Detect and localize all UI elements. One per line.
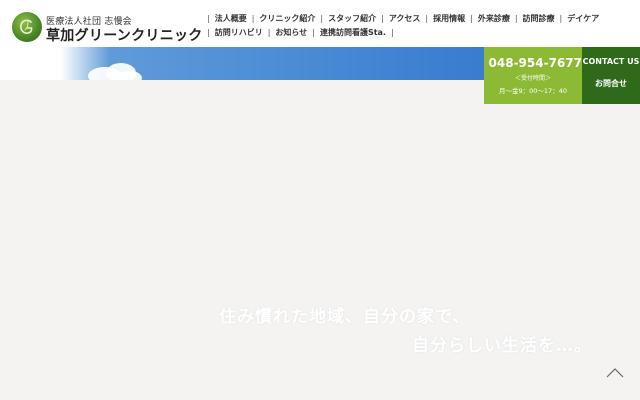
nav-item-home-visit[interactable]: 訪問診療 bbox=[523, 13, 555, 24]
phone-icon bbox=[484, 62, 485, 64]
phone-line: 048-954-7677 bbox=[484, 56, 582, 70]
nav-separator: | bbox=[320, 14, 324, 23]
phone-contact-box[interactable]: 048-954-7677 ＜受付時間＞ 月～金9：00～17：40 bbox=[484, 47, 582, 104]
nav-separator: | bbox=[251, 14, 255, 23]
nav-item-access[interactable]: アクセス bbox=[389, 13, 421, 24]
nav-item-corporate-overview[interactable]: 法人概要 bbox=[215, 13, 247, 24]
phone-number[interactable]: 048-954-7677 bbox=[489, 56, 582, 70]
nav-separator: | bbox=[514, 14, 518, 23]
nav-separator: | bbox=[207, 14, 210, 23]
contact-label-en: CONTACT US bbox=[582, 57, 640, 66]
nav-item-news[interactable]: お知らせ bbox=[275, 27, 307, 38]
contact-label-jp: お問合せ bbox=[595, 79, 627, 88]
cloud bbox=[118, 71, 142, 80]
hours-value: 月～金9：00～17：40 bbox=[499, 87, 567, 95]
nav-separator: | bbox=[425, 14, 429, 23]
nav-separator: | bbox=[381, 14, 384, 23]
hero-copy-line-2: 自分らしい生活を…。 bbox=[412, 336, 592, 356]
nav-separator: | bbox=[312, 28, 315, 37]
chevron-up-icon bbox=[606, 368, 624, 378]
clinic-logo[interactable] bbox=[12, 12, 42, 42]
nav-item-outpatient[interactable]: 外来診療 bbox=[478, 13, 510, 24]
site-header: 医療法人社団 志慢会 草加グリーンクリニック | 法人概要 | クリニック紹介 … bbox=[0, 0, 640, 47]
nav-item-recruit[interactable]: 採用情報 bbox=[433, 13, 465, 24]
nav-item-daycare[interactable]: デイケア bbox=[567, 13, 599, 24]
hours-label: ＜受付時間＞ bbox=[514, 75, 551, 82]
nav-item-home-rehab[interactable]: 訪問リハビリ bbox=[215, 27, 263, 38]
scroll-to-top-button[interactable] bbox=[604, 364, 626, 382]
nav-separator: | bbox=[267, 28, 271, 37]
hero-copy-line-1: 住み慣れた地域、自分の家で、 bbox=[219, 307, 471, 327]
nav-separator: | bbox=[207, 28, 210, 37]
contact-button[interactable]: CONTACT US お問合せ bbox=[582, 47, 640, 104]
nav-separator: | bbox=[470, 14, 473, 23]
nav-item-nursing-station[interactable]: 連携訪問看護Sta. bbox=[320, 27, 386, 38]
org-name[interactable]: 草加グリーンクリニック bbox=[46, 25, 203, 45]
global-nav-row-1: | 法人概要 | クリニック紹介 | スタッフ紹介 | アクセス | 採用情報 … bbox=[202, 13, 599, 24]
nav-item-staff[interactable]: スタッフ紹介 bbox=[328, 13, 376, 24]
nav-item-clinic-intro[interactable]: クリニック紹介 bbox=[259, 13, 315, 24]
logo-g-icon bbox=[20, 19, 33, 34]
nav-separator: | bbox=[390, 28, 394, 37]
nav-separator: | bbox=[559, 14, 563, 23]
global-nav-row-2: | 訪問リハビリ | お知らせ | 連携訪問看護Sta. | bbox=[202, 27, 399, 38]
